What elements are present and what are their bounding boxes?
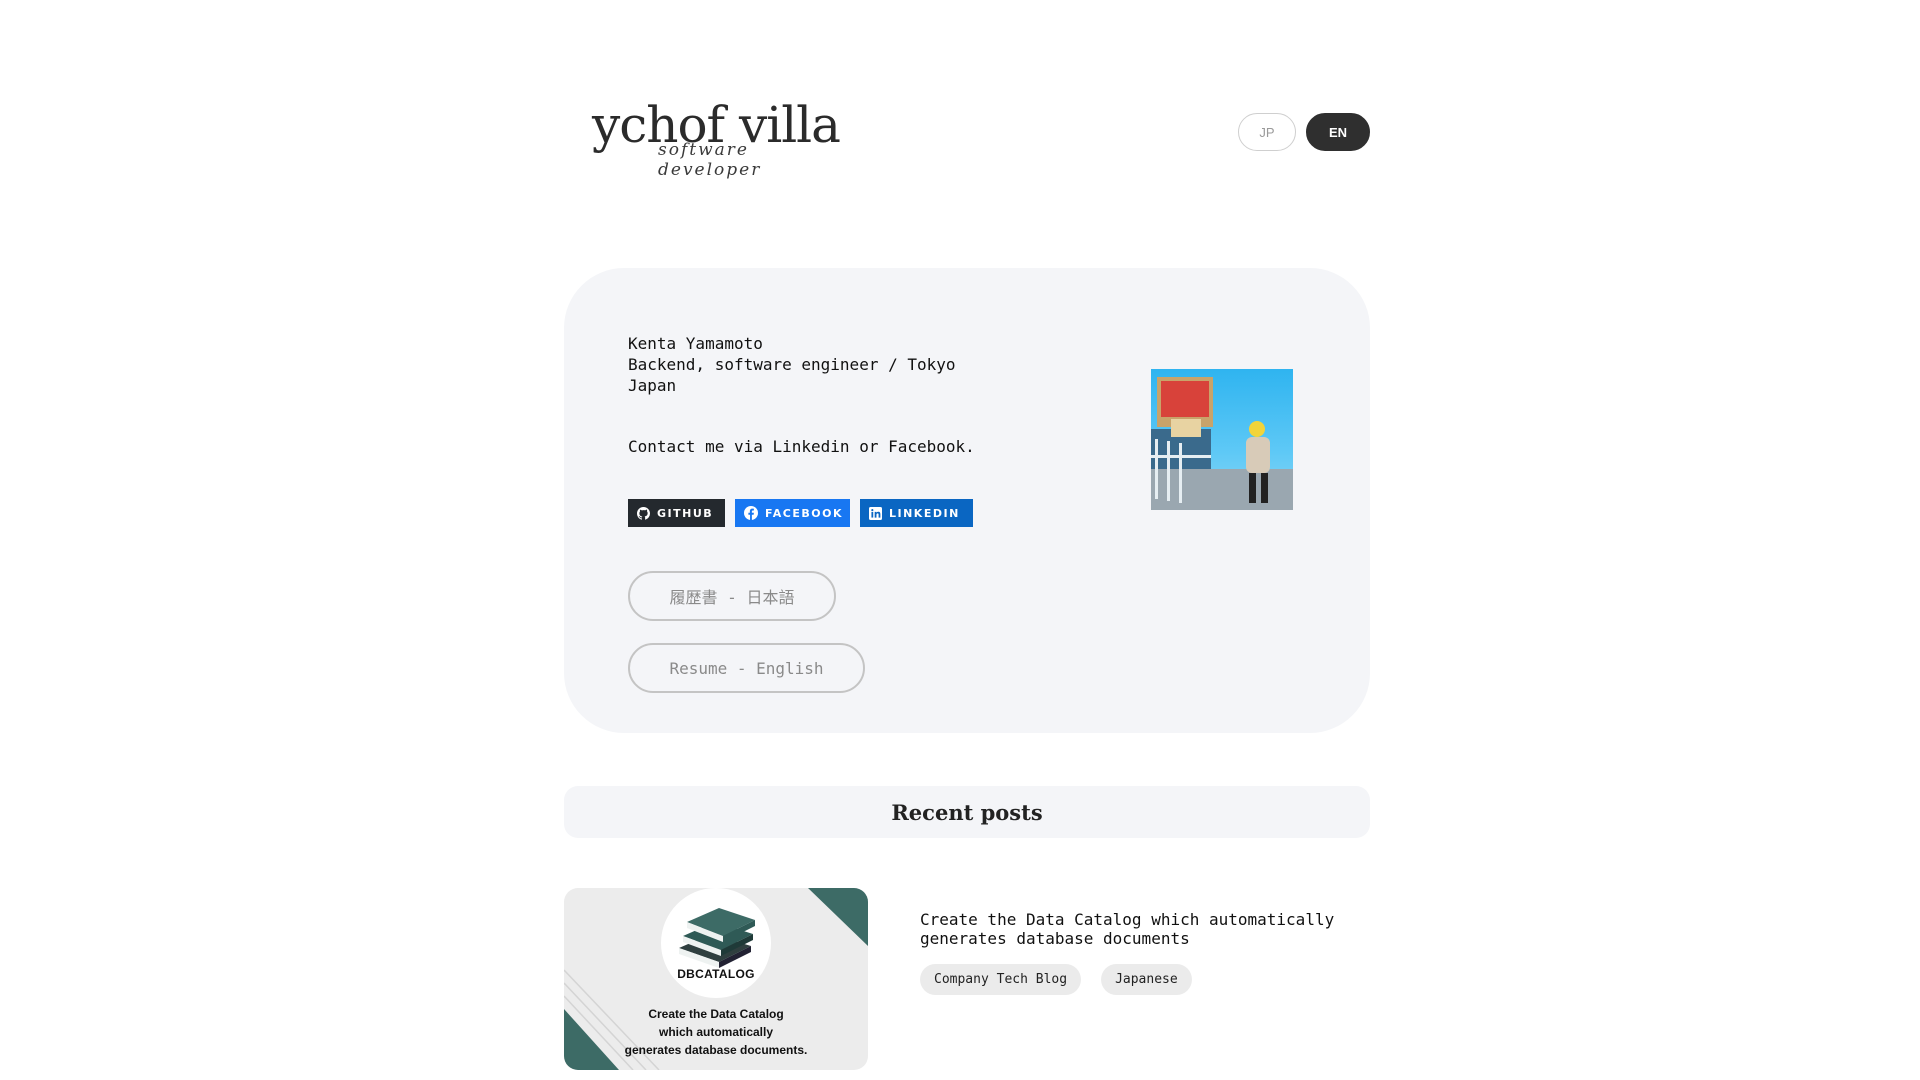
profile-name: Kenta Yamamoto (628, 334, 763, 353)
github-label: GITHUB (657, 506, 714, 520)
profile-photo (1151, 369, 1293, 510)
profile-card: Kenta Yamamoto Backend, software enginee… (564, 268, 1370, 733)
resume-english-button[interactable]: Resume - English (628, 643, 865, 693)
thumbnail-caption: Create the Data Catalog which automatica… (564, 1005, 868, 1059)
profile-role: Backend, software engineer / Tokyo (628, 355, 956, 374)
recent-posts-header: Recent posts (564, 786, 1370, 838)
profile-location: Japan (628, 376, 677, 395)
contact-text: Contact me via Linkedin or Facebook. (628, 437, 975, 456)
facebook-label: FACEBOOK (765, 506, 843, 520)
github-icon (637, 506, 650, 520)
post-tags: Company Tech Blog Japanese (920, 964, 1192, 995)
profile-intro: Kenta Yamamoto Backend, software enginee… (628, 333, 956, 396)
social-links: GITHUB FACEBOOK LINKEDIN (628, 499, 973, 527)
language-switcher: JP EN (1238, 113, 1370, 151)
page-container: ychof villa software developer JP EN Ken… (564, 0, 1370, 1080)
thumbnail-caption-line: which automatically (658, 1025, 774, 1039)
post-tag[interactable]: Company Tech Blog (920, 964, 1082, 995)
recent-posts-title: Recent posts (891, 799, 1043, 825)
thumbnail-brand: DBCATALOG (677, 967, 755, 981)
github-badge[interactable]: GITHUB (628, 499, 725, 527)
thumbnail-logo-circle (661, 888, 771, 998)
linkedin-label: LINKEDIN (889, 506, 960, 520)
facebook-badge[interactable]: FACEBOOK (735, 499, 850, 527)
lang-jp-button[interactable]: JP (1238, 113, 1296, 151)
resume-japanese-button[interactable]: 履歴書 - 日本語 (628, 571, 836, 621)
thumbnail-caption-line: generates database documents. (624, 1043, 808, 1057)
linkedin-icon (869, 506, 882, 520)
books-icon (679, 908, 755, 968)
site-header: ychof villa software developer JP EN (564, 96, 1370, 186)
lang-en-button[interactable]: EN (1306, 113, 1370, 151)
post-thumbnail[interactable]: DBCATALOG Create the Data Catalog which … (564, 888, 868, 1070)
post-title[interactable]: Create the Data Catalog which automatica… (920, 910, 1360, 948)
linkedin-badge[interactable]: LINKEDIN (860, 499, 973, 527)
post-card[interactable]: DBCATALOG Create the Data Catalog which … (564, 888, 1370, 1070)
thumbnail-caption-line: Create the Data Catalog (648, 1007, 784, 1021)
post-tag[interactable]: Japanese (1101, 964, 1192, 995)
profile-photo-illustration (1151, 377, 1293, 510)
logo-subtitle: software developer (658, 140, 762, 180)
site-logo[interactable]: ychof villa software developer (592, 96, 852, 186)
facebook-icon (744, 506, 758, 520)
